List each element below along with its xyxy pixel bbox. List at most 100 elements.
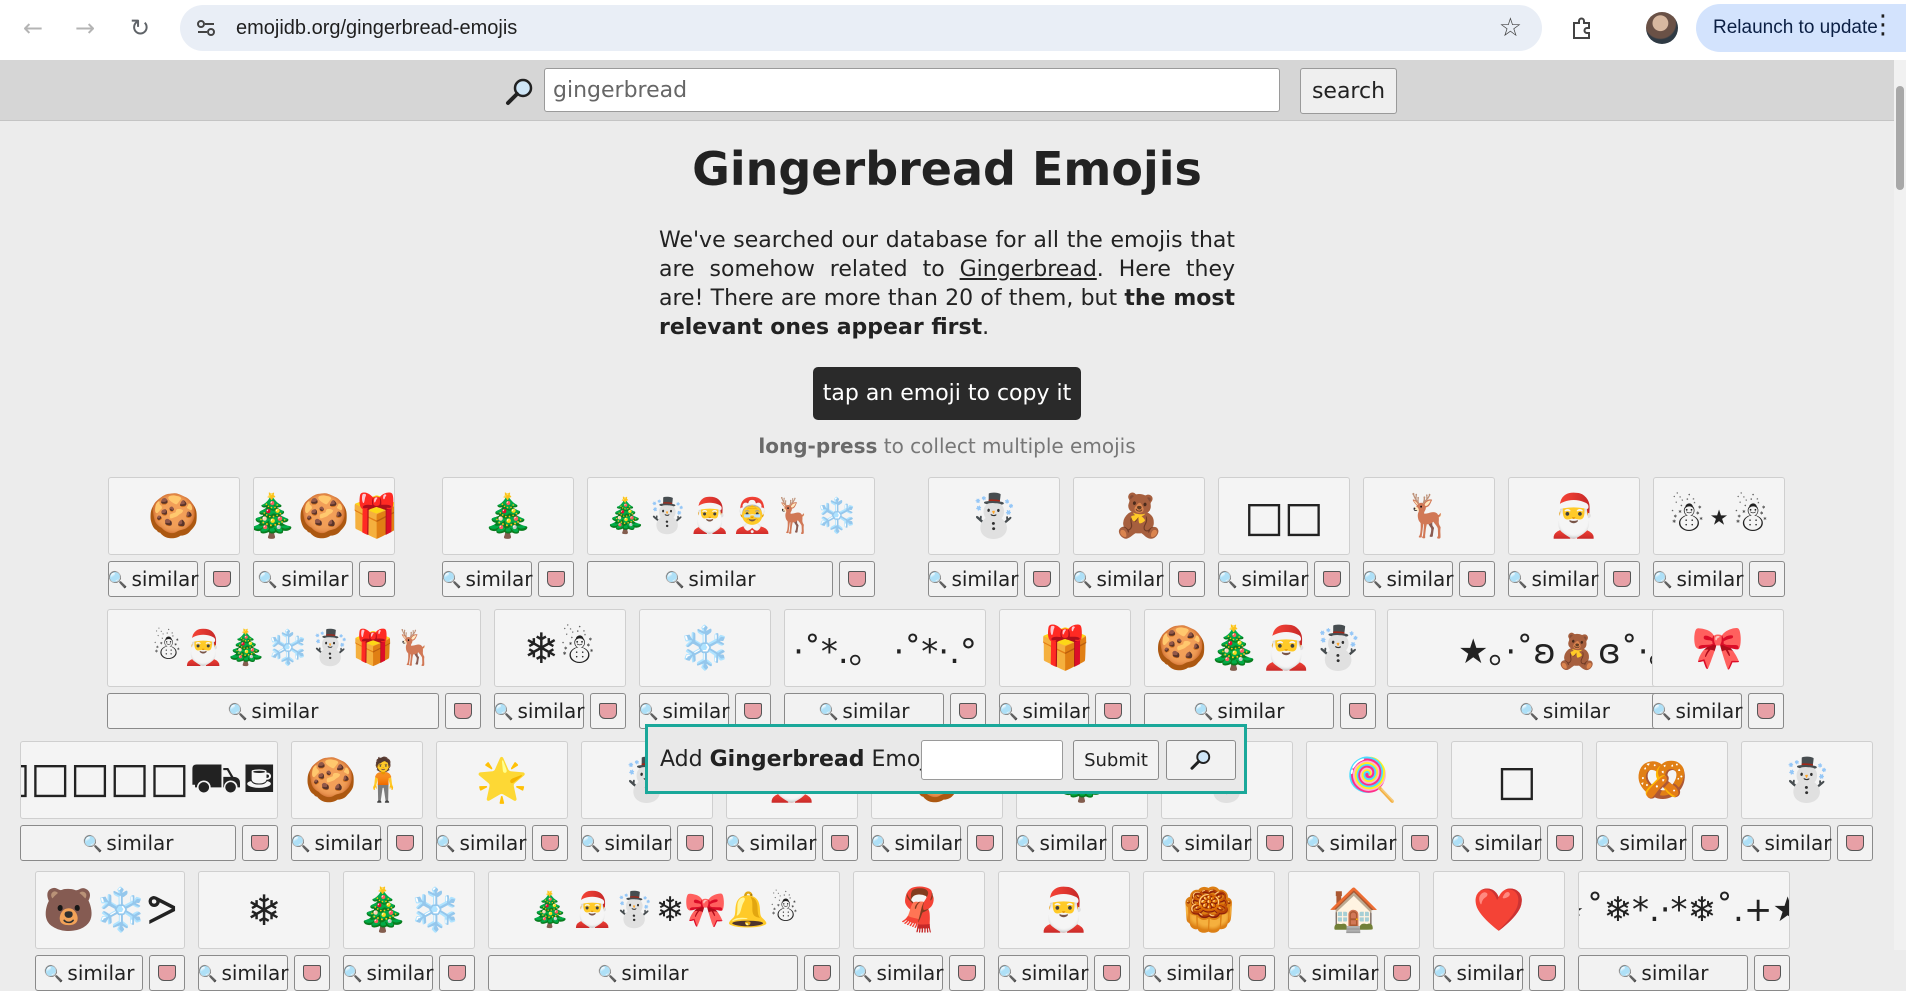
emoji-tile[interactable]: 🧣 [853,871,985,949]
downvote-button[interactable] [804,955,840,991]
similar-button[interactable]: 🔍 similar [726,825,817,861]
emoji-tile[interactable]: 🎄🍪🎁 [253,477,395,555]
emoji-tile[interactable]: 🎄❄️ [343,871,475,949]
downvote-button[interactable] [1459,561,1495,597]
emoji-tile[interactable]: 🎁 [999,609,1131,687]
similar-button[interactable]: 🔍 similar [1288,955,1379,991]
profile-avatar[interactable] [1646,12,1678,44]
downvote-button[interactable] [1257,825,1293,861]
gingerbread-link[interactable]: Gingerbread [960,257,1097,282]
similar-button[interactable]: 🔍 similar [442,561,533,597]
downvote-button[interactable] [1340,693,1376,729]
extensions-icon[interactable] [1565,10,1601,46]
similar-button[interactable]: 🔍 similar [1653,561,1744,597]
downvote-button[interactable] [1239,955,1275,991]
downvote-button[interactable] [1529,955,1565,991]
emoji-tile[interactable]: ❤️ [1433,871,1565,949]
emoji-tile[interactable]: 🎅 [998,871,1130,949]
page-scrollbar[interactable] [1894,60,1906,950]
similar-button[interactable]: 🔍 similar [494,693,585,729]
downvote-button[interactable] [967,825,1003,861]
bookmark-star-icon[interactable]: ☆ [1499,13,1522,43]
similar-button[interactable]: 🔍 similar [488,955,798,991]
downvote-button[interactable] [1094,955,1130,991]
downvote-button[interactable] [822,825,858,861]
downvote-button[interactable] [1112,825,1148,861]
similar-button[interactable]: 🔍 similar [35,955,143,991]
downvote-button[interactable] [1749,561,1785,597]
downvote-button[interactable] [1754,955,1790,991]
emoji-tile[interactable]: ☃️ [1741,741,1873,819]
downvote-button[interactable] [204,561,240,597]
downvote-button[interactable] [590,693,626,729]
emoji-tile[interactable]: 🍭 [1306,741,1438,819]
downvote-button[interactable] [532,825,568,861]
similar-button[interactable]: 🔍 similar [1652,693,1743,729]
downvote-button[interactable] [1692,825,1728,861]
similar-button[interactable]: 🔍 similar [1433,955,1524,991]
find-button[interactable] [1166,740,1236,780]
site-settings-icon[interactable] [194,16,218,40]
emoji-tile[interactable]: 🎄 [442,477,574,555]
downvote-button[interactable] [538,561,574,597]
browser-menu-icon[interactable]: ⋮ [1870,10,1896,40]
downvote-button[interactable] [1384,955,1420,991]
emoji-tile[interactable]: 🏠 [1288,871,1420,949]
relaunch-button[interactable]: Relaunch to update ⋮ [1696,4,1906,52]
copy-hint-button[interactable]: tap an emoji to copy it [813,367,1081,420]
downvote-button[interactable] [1314,561,1350,597]
emoji-tile[interactable]: 🎀 [1652,609,1784,687]
similar-button[interactable]: 🔍 similar [587,561,833,597]
downvote-button[interactable] [445,693,481,729]
downvote-button[interactable] [149,955,185,991]
reload-button[interactable]: ↻ [122,10,158,46]
emoji-tile[interactable]: 🐻❄️ᕗ [35,871,185,949]
downvote-button[interactable] [1169,561,1205,597]
address-bar[interactable]: emojidb.org/gingerbread-emojis ☆ [180,5,1542,51]
downvote-button[interactable] [677,825,713,861]
similar-button[interactable]: 🔍 similar [107,693,439,729]
similar-button[interactable]: 🔍 similar [853,955,944,991]
emoji-tile[interactable]: ❄️ [639,609,771,687]
emoji-tile[interactable]: 🦌 [1363,477,1495,555]
downvote-button[interactable] [294,955,330,991]
emoji-tile[interactable]: 🌟 [436,741,568,819]
similar-button[interactable]: 🔍 similar [108,561,199,597]
downvote-button[interactable] [1748,693,1784,729]
search-button[interactable]: search [1300,68,1397,114]
similar-button[interactable]: 🔍 similar [1161,825,1252,861]
downvote-button[interactable] [1837,825,1873,861]
similar-button[interactable]: 🔍 similar [1451,825,1542,861]
emoji-tile[interactable]: 🥮 [1143,871,1275,949]
similar-button[interactable]: 🔍 similar [1363,561,1454,597]
emoji-tile[interactable]: 🎅 [1508,477,1640,555]
similar-button[interactable]: 🔍 similar [871,825,962,861]
downvote-button[interactable] [242,825,278,861]
similar-button[interactable]: 🔍 similar [1218,561,1309,597]
emoji-tile[interactable]: 🍪🎄🎅☃️ [1144,609,1376,687]
emoji-tile[interactable]: 🎄☃️🎅🤶🦌❄️ [587,477,875,555]
downvote-button[interactable] [1604,561,1640,597]
similar-button[interactable]: 🔍 similar [253,561,353,597]
scrollbar-thumb[interactable] [1896,86,1904,190]
downvote-button[interactable] [439,955,475,991]
similar-button[interactable]: 🔍 similar [928,561,1019,597]
similar-button[interactable]: 🔍 similar [1016,825,1107,861]
downvote-button[interactable] [1547,825,1583,861]
emoji-tile[interactable]: ⋆˚❄*.·*❄˚.+★ [1578,871,1790,949]
emoji-tile[interactable]: 🍪🧍 [291,741,423,819]
downvote-button[interactable] [359,561,395,597]
similar-button[interactable]: 🔍 similar [1508,561,1599,597]
similar-button[interactable]: 🔍 similar [1596,825,1687,861]
downvote-button[interactable] [839,561,875,597]
back-button[interactable]: ← [15,10,51,46]
emoji-tile[interactable]: ☃🎅🎄❄️☃️🎁🦌 [107,609,481,687]
emoji-tile[interactable]: 🧸 [1073,477,1205,555]
similar-button[interactable]: 🔍 similar [1741,825,1832,861]
similar-button[interactable]: 🔍 similar [291,825,382,861]
emoji-tile[interactable]: ☃⋆☃ [1653,477,1785,555]
similar-button[interactable]: 🔍 similar [581,825,672,861]
emoji-tile[interactable]: □□□□□⛟⛾⚲ [20,741,278,819]
add-emoji-input[interactable] [921,740,1063,780]
similar-button[interactable]: 🔍 similar [1306,825,1397,861]
